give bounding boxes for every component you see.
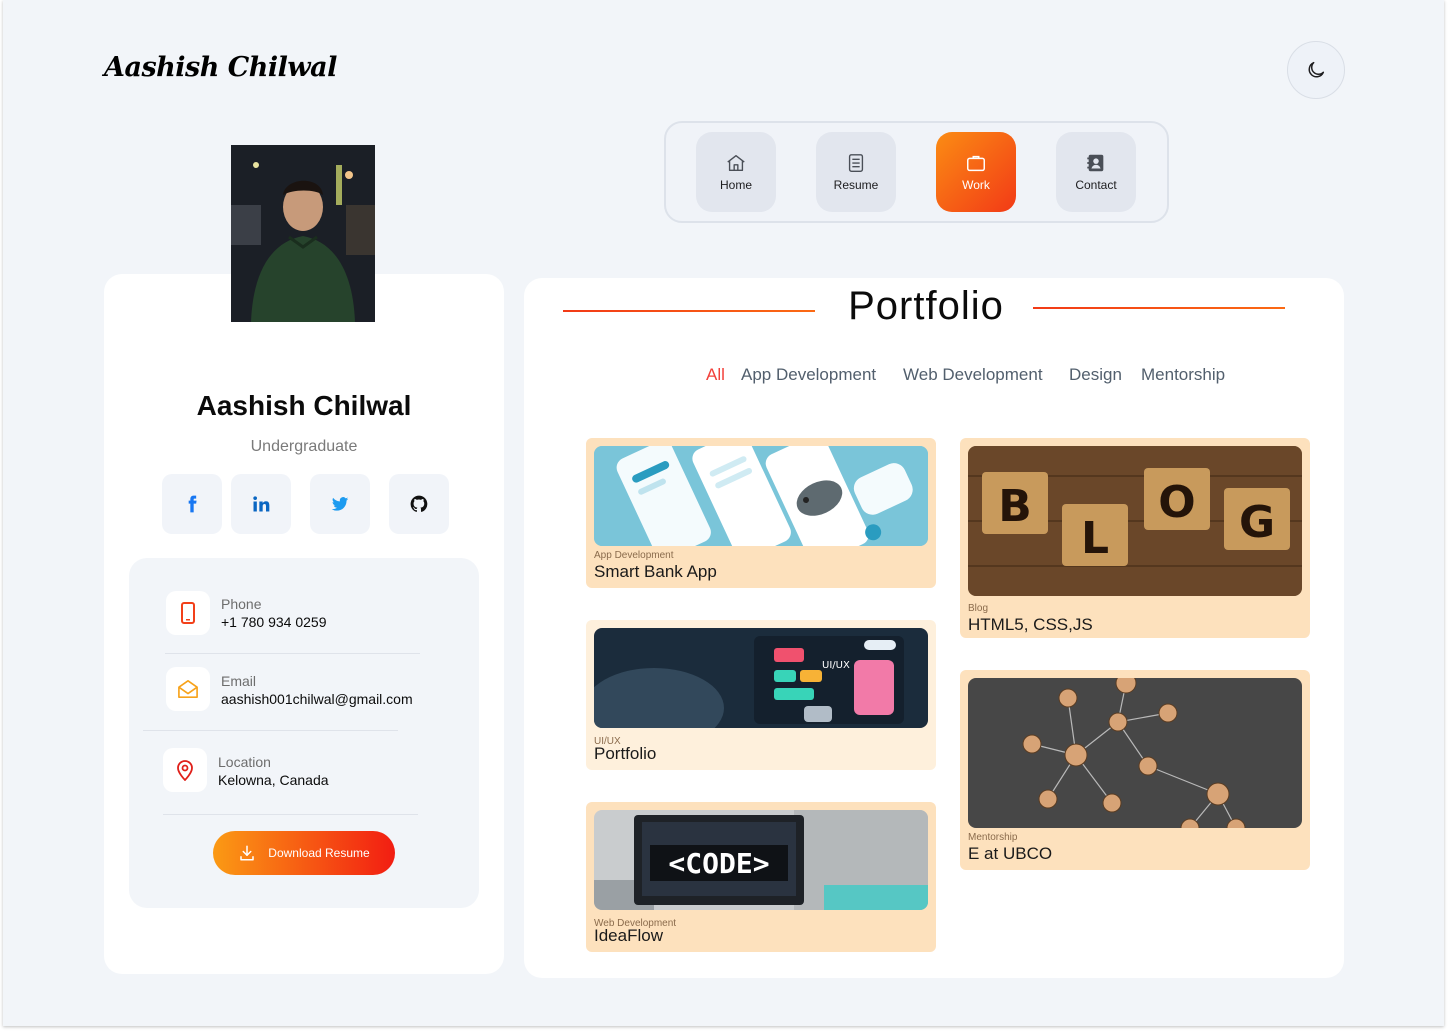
nav-label-resume: Resume <box>833 178 879 192</box>
blog-letter: L <box>1081 513 1109 564</box>
profile-role: Undergraduate <box>250 438 358 455</box>
profile-name: Aashish Chilwal <box>196 390 412 421</box>
location-value: Kelowna, Canada <box>218 772 329 788</box>
project-category: App Development <box>594 550 674 561</box>
email-label: Email <box>221 673 257 689</box>
project-title: HTML5, CSS,JS <box>968 615 1093 634</box>
twitter-link[interactable] <box>310 474 370 534</box>
location-pin-icon <box>177 760 193 781</box>
project-thumbnail: UI/UX <box>594 628 928 728</box>
linkedin-icon <box>253 496 270 512</box>
filter-all[interactable]: All <box>706 365 725 385</box>
nav-label-work: Work <box>962 178 990 192</box>
project-thumbnail <box>968 678 1302 828</box>
project-title: IdeaFlow <box>594 926 663 945</box>
phone-icon-wrap <box>166 591 210 635</box>
divider <box>143 730 398 731</box>
email-icon-wrap <box>166 667 210 711</box>
blog-letter: G <box>1239 497 1275 548</box>
theme-toggle-button[interactable] <box>1287 41 1345 99</box>
project-card-ideaflow[interactable]: <CODE> Web Development IdeaFlow <box>586 802 936 952</box>
download-resume-button[interactable]: Download Resume <box>213 831 395 875</box>
nav-item-home[interactable]: Home <box>696 132 776 212</box>
filter-design[interactable]: Design <box>1069 365 1122 385</box>
nav-label-home: Home <box>719 178 752 192</box>
email-value[interactable]: aashish001chilwal@gmail.com <box>221 691 413 707</box>
project-title: E at UBCO <box>968 844 1053 863</box>
moon-icon <box>1308 61 1325 78</box>
main-nav: Home Resume Work Contact <box>664 121 1169 223</box>
linkedin-link[interactable] <box>231 474 291 534</box>
phone-label: Phone <box>221 596 262 612</box>
project-thumbnail <box>594 446 928 546</box>
facebook-link[interactable] <box>162 474 222 534</box>
blog-letter: O <box>1158 477 1195 528</box>
project-title: Smart Bank App <box>594 562 717 581</box>
filter-app-development[interactable]: App Development <box>741 365 876 385</box>
nav-label-contact: Contact <box>1075 178 1117 192</box>
project-thumbnail: B L O G <box>968 446 1302 596</box>
portfolio-title: Portfolio <box>848 284 1004 328</box>
filter-web-development[interactable]: Web Development <box>903 365 1043 385</box>
project-card-blog[interactable]: B L O G Blog HTML5, CSS,JS <box>960 438 1310 638</box>
filter-mentorship[interactable]: Mentorship <box>1141 365 1225 385</box>
github-icon <box>410 495 428 512</box>
project-card-portfolio[interactable]: UI/UX UI/UX Portfolio <box>586 620 936 770</box>
divider <box>165 653 420 654</box>
title-line-left <box>563 310 815 312</box>
project-card-smart-bank[interactable]: App Development Smart Bank App <box>586 438 936 588</box>
title-line-right <box>1033 307 1285 309</box>
phone-icon <box>181 602 195 624</box>
github-link[interactable] <box>389 474 449 534</box>
download-resume-label: Download Resume <box>268 846 370 860</box>
contact-book-icon <box>1087 154 1104 172</box>
site-logo[interactable]: Aashish Chilwal <box>104 52 337 83</box>
project-thumbnail: <CODE> <box>594 810 928 910</box>
nav-item-contact[interactable]: Contact <box>1056 132 1136 212</box>
facebook-icon <box>188 495 197 513</box>
location-icon-wrap <box>163 748 207 792</box>
location-label: Location <box>218 754 271 770</box>
download-icon <box>240 845 255 861</box>
uiux-thumb-text: UI/UX <box>822 660 850 671</box>
project-card-mentorship[interactable]: Mentorship E at UBCO <box>960 670 1310 870</box>
project-title: Portfolio <box>594 744 657 763</box>
twitter-icon <box>331 497 349 511</box>
document-icon <box>848 154 864 172</box>
briefcase-icon <box>967 155 985 172</box>
divider <box>163 814 418 815</box>
project-category: Mentorship <box>968 832 1018 843</box>
project-category: Blog <box>968 603 989 614</box>
code-thumb-text: <CODE> <box>668 847 769 880</box>
phone-value[interactable]: +1 780 934 0259 <box>221 614 327 630</box>
nav-item-work[interactable]: Work <box>936 132 1016 212</box>
blog-letter: B <box>998 481 1032 532</box>
home-icon <box>727 154 745 172</box>
avatar <box>231 145 375 322</box>
nav-item-resume[interactable]: Resume <box>816 132 896 212</box>
email-icon <box>178 680 198 698</box>
